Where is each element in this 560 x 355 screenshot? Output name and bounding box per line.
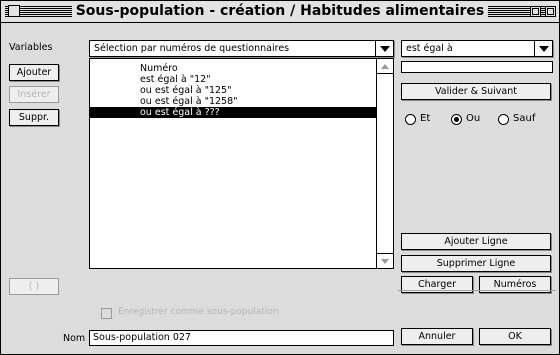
collapse-box-icon[interactable]	[545, 6, 556, 17]
title-bar[interactable]: Sous-population - création / Habitudes a…	[1, 1, 559, 23]
criteria-list[interactable]: Numéro est égal à "12" ou est égal à "12…	[89, 58, 394, 269]
supprimer-ligne-button[interactable]: Supprimer Ligne	[401, 255, 551, 272]
save-as-subpopulation-checkbox[interactable]	[101, 308, 112, 319]
window-title: Sous-population - création / Habitudes a…	[1, 3, 559, 19]
nom-label: Nom	[63, 333, 86, 344]
annuler-button[interactable]: Annuler	[401, 328, 473, 345]
list-item[interactable]: ou est égal à "125"	[90, 85, 376, 96]
selection-mode-select[interactable]: Sélection par numéros de questionnaires	[89, 40, 394, 57]
criterion-value-field[interactable]	[401, 61, 553, 73]
variables-label: Variables	[9, 42, 53, 53]
operator-value: est égal à	[406, 43, 453, 54]
radio-et-circle	[405, 114, 416, 125]
parentheses-button[interactable]: ( )	[9, 278, 59, 295]
radio-sauf-label: Sauf	[513, 113, 536, 124]
dialog-window: Sous-population - création / Habitudes a…	[0, 0, 560, 355]
chevron-down-icon	[375, 41, 393, 56]
suppr-button[interactable]: Suppr.	[9, 109, 59, 126]
ajouter-button[interactable]: Ajouter	[9, 64, 59, 81]
list-scrollbar[interactable]	[376, 59, 393, 268]
operator-select[interactable]: est égal à	[401, 40, 553, 57]
scroll-up-arrow-icon[interactable]	[377, 59, 393, 74]
radio-ou-label: Ou	[466, 113, 481, 124]
list-item[interactable]: ou est égal à "1258"	[90, 96, 376, 107]
valider-suivant-button[interactable]: Valider & Suivant	[401, 83, 551, 100]
inserer-button[interactable]: Insérer	[9, 86, 59, 103]
nom-field[interactable]: Sous-population 027	[89, 330, 394, 346]
radio-sauf-circle	[498, 114, 509, 125]
list-item[interactable]: Numéro	[90, 63, 376, 74]
radio-et-label: Et	[420, 113, 431, 124]
selection-mode-value: Sélection par numéros de questionnaires	[94, 43, 290, 54]
list-item[interactable]: est égal à "12"	[90, 74, 376, 85]
nom-value: Sous-population 027	[93, 332, 191, 343]
chevron-down-icon	[534, 41, 552, 56]
ok-button[interactable]: OK	[479, 328, 551, 345]
save-as-subpopulation-label: Enregistrer comme sous-population	[118, 307, 279, 317]
ajouter-ligne-button[interactable]: Ajouter Ligne	[401, 233, 551, 250]
divider	[398, 290, 556, 291]
list-item-selected[interactable]: ou est égal à ???	[90, 107, 376, 118]
zoom-box-icon[interactable]	[530, 6, 541, 17]
scroll-down-arrow-icon[interactable]	[377, 253, 393, 268]
radio-ou-circle	[451, 114, 462, 125]
